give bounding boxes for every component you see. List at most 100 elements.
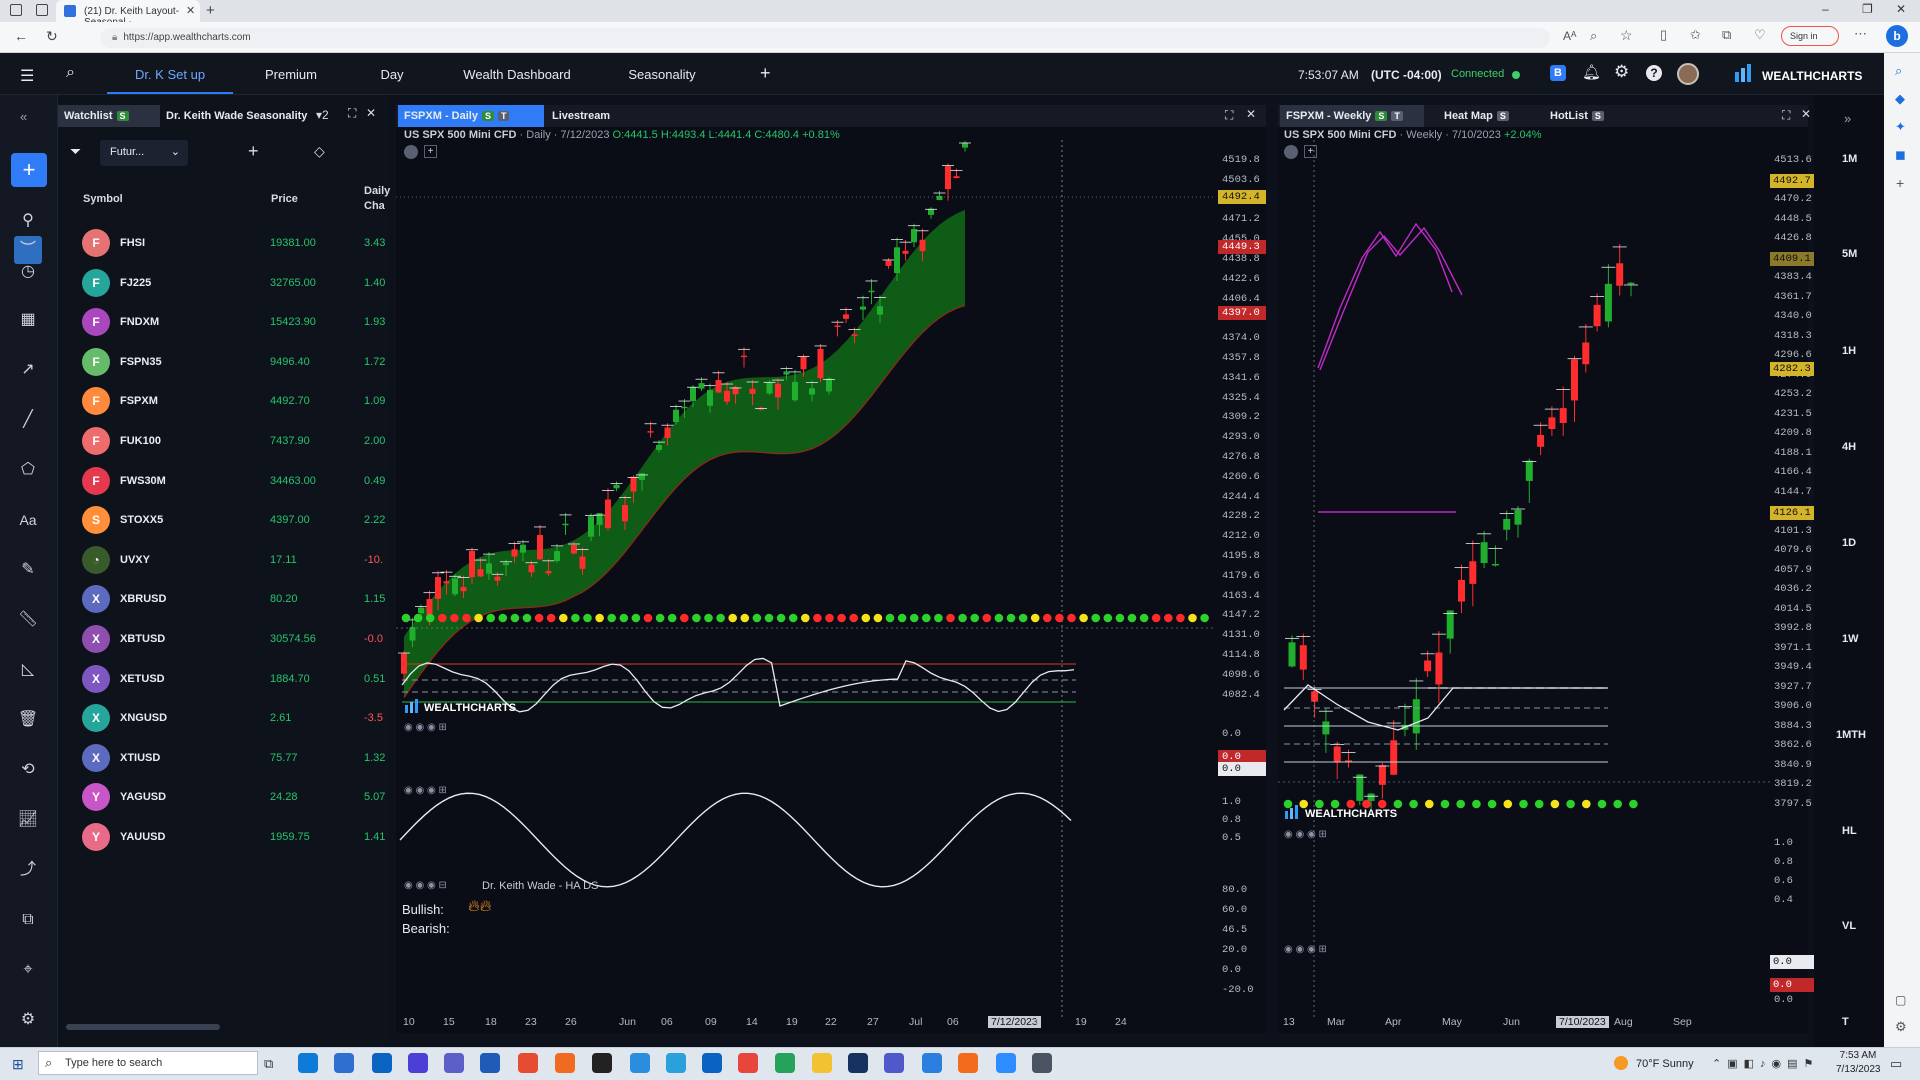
bell-icon[interactable]: 🔔︎ [1582, 63, 1601, 81]
measure-tool-icon[interactable]: ◺ [14, 656, 42, 684]
watchlist-row[interactable]: F FHSI 19381.00 3.43 [58, 222, 388, 261]
taskbar-date[interactable]: 7/13/2023 [1836, 1064, 1881, 1075]
timeframe-button[interactable]: 1H [1842, 345, 1856, 357]
zoom-app-icon[interactable] [996, 1053, 1016, 1073]
favorites-icon[interactable]: ✩ [1690, 27, 1701, 43]
col-price[interactable]: Price [271, 193, 298, 205]
col-daily[interactable]: Daily [364, 185, 390, 197]
timezone[interactable]: (UTC -04:00) [1371, 68, 1442, 82]
daily-price-axis[interactable]: 4519.84503.64487.44471.24455.04438.84422… [1218, 140, 1266, 1020]
watchlist-row[interactable]: S STOXX5 4397.00 2.22 [58, 499, 388, 538]
app-icon-8[interactable] [958, 1053, 978, 1073]
timeframe-button[interactable]: 4H [1842, 441, 1856, 453]
taskbar-time[interactable]: 7:53 AM [1836, 1050, 1880, 1061]
timeframe-button[interactable]: 1D [1842, 537, 1856, 549]
line-tool-icon[interactable]: ╱ [14, 406, 42, 434]
search-icon[interactable]: ⌕ [66, 64, 75, 82]
taskbar-search-input[interactable]: ⌕ Type here to search [38, 1051, 258, 1075]
add-symbol-icon[interactable]: + [248, 141, 259, 162]
trash-tool-icon[interactable]: 🗑︎ [14, 706, 42, 734]
outlook-icon[interactable] [702, 1053, 722, 1073]
tab-wealth-dashboard[interactable]: Wealth Dashboard [452, 53, 582, 94]
teams-icon[interactable] [444, 1053, 464, 1073]
app-icon-4[interactable] [630, 1053, 650, 1073]
help-icon[interactable]: ? [1646, 65, 1662, 81]
timeframe-button[interactable]: T [1842, 1016, 1849, 1028]
indicator-controls[interactable]: ◉ ◉ ◉ ⊞ [404, 722, 447, 733]
timeframe-button[interactable]: VL [1842, 920, 1856, 932]
col-symbol[interactable]: Symbol [83, 193, 123, 205]
tab-count[interactable]: ▾2 [316, 108, 329, 122]
watchlist-row[interactable]: Y YAUUSD 1959.75 1.41 [58, 816, 388, 855]
indicator-controls-2[interactable]: ◉ ◉ ◉ ⊞ [404, 785, 447, 796]
col-change[interactable]: Cha [364, 200, 385, 212]
weather-icon[interactable] [1614, 1056, 1628, 1070]
maximize-icon[interactable]: ⛶ [1225, 108, 1233, 123]
back-icon[interactable]: ← [14, 28, 28, 44]
text-tool-icon[interactable]: Aa [14, 506, 42, 534]
maximize-icon[interactable]: ⛶ [1782, 108, 1790, 123]
tab-premium[interactable]: Premium [248, 53, 334, 94]
tab-watchlist[interactable]: Watchlist S [58, 105, 160, 127]
firefox-icon[interactable] [555, 1053, 575, 1073]
close-tab-icon[interactable]: ✕ [186, 4, 195, 17]
watchlist-row[interactable]: ◔ UVXY 17.11 -10. [58, 539, 388, 578]
url-input[interactable]: 🔒︎ https://app.wealthcharts.com [100, 28, 1550, 48]
app-icon-6[interactable] [884, 1053, 904, 1073]
watchlist-row[interactable]: X XTIUSD 75.77 1.32 [58, 737, 388, 776]
pencil-tool-icon[interactable]: ✎ [14, 556, 42, 584]
copy-tool-icon[interactable]: ⧉ [14, 906, 42, 934]
refresh-icon[interactable]: ↻ [46, 28, 58, 45]
timeframe-button[interactable]: 5M [1842, 248, 1857, 260]
telegram-icon[interactable] [666, 1053, 686, 1073]
indicator-controls-3[interactable]: ◉ ◉ ◉ ⊟ [404, 880, 447, 891]
browser-essentials-icon[interactable]: ♡ [1754, 27, 1766, 43]
sidebar-settings-icon[interactable]: ⚙ [1895, 1019, 1907, 1035]
window-close-icon[interactable]: ✕ [1896, 2, 1906, 16]
minimize-icon[interactable]: – [1822, 2, 1829, 16]
sign-in-button[interactable]: Sign in [1781, 26, 1839, 46]
watchlist-row[interactable]: F FSPXM 4492.70 1.09 [58, 380, 388, 419]
filter-icon[interactable]: ⏷ [70, 143, 81, 160]
avatar[interactable] [1677, 63, 1699, 85]
read-aloud-icon[interactable]: Aᴬ [1563, 29, 1576, 43]
sidebar-outlook-icon[interactable]: ◼ [1895, 147, 1906, 163]
zoom-icon[interactable]: ⌕ [1590, 28, 1597, 44]
timeframe-button[interactable]: HL [1842, 825, 1857, 837]
copilot-icon[interactable]: b [1886, 25, 1908, 47]
whatsapp-icon[interactable] [775, 1053, 795, 1073]
daily-date-axis[interactable]: 10 15 18 23 26 Jun 06 09 14 19 22 27 Jul 06 7/12/2023 4… [396, 1016, 1214, 1034]
tab-seasonality[interactable]: Seasonality [612, 53, 712, 94]
collapse-right-icon[interactable]: » [1844, 111, 1851, 126]
expand-icon[interactable]: ⛶ [348, 106, 356, 121]
add-tab-icon[interactable]: + [760, 63, 771, 84]
weekly-chart-canvas[interactable] [1278, 140, 1770, 1020]
sidebar-search-icon[interactable]: ⌕ [1895, 63, 1902, 79]
indicator-tool-icon[interactable]: 📈︎ [14, 806, 42, 834]
app-icon-9[interactable] [1032, 1053, 1052, 1073]
trend-line-icon[interactable]: ↗ [14, 356, 42, 384]
calendar-tool-icon[interactable]: ▦ [14, 306, 42, 334]
tab-fspxm-daily[interactable]: FSPXM - Daily S T [398, 105, 544, 127]
eraser-icon[interactable]: ◇ [314, 143, 325, 160]
strategy-tool-icon[interactable]: ⤴ [14, 856, 42, 884]
new-tab-icon[interactable]: + [206, 2, 215, 19]
weather-text[interactable]: 70°F Sunny [1636, 1058, 1694, 1070]
tab-seasonality-list[interactable]: Dr. Keith Wade Seasonality [160, 105, 318, 127]
tray-icons[interactable]: ⌃▣◧♪◉▤⚑ [1712, 1057, 1819, 1070]
timeframe-button[interactable]: 1W [1842, 633, 1859, 645]
close-panel-icon[interactable]: ✕ [366, 106, 376, 120]
watchlist-row[interactable]: F FSPN35 9496.40 1.72 [58, 341, 388, 380]
weekly-price-axis[interactable]: 4513.64492.74470.24448.54426.84405.14383… [1770, 140, 1814, 1020]
watchlist-row[interactable]: X XBTUSD 30574.56 -0.0 [58, 618, 388, 657]
workspaces-icon[interactable] [10, 4, 22, 16]
explorer-icon[interactable] [812, 1053, 832, 1073]
watchlist-row[interactable]: F FUK100 7437.90 2.00 [58, 420, 388, 459]
split-screen-icon[interactable]: ▯ [1660, 27, 1667, 43]
notifications-icon[interactable]: ▭ [1890, 1056, 1902, 1072]
sidebar-add-icon[interactable]: + [1896, 175, 1904, 191]
tab-heat-map[interactable]: Heat Map S [1438, 105, 1522, 127]
close-chart-icon[interactable]: ✕ [1246, 107, 1256, 121]
tab-fspxm-weekly[interactable]: FSPXM - Weekly S T [1280, 105, 1424, 127]
sync-tool-icon[interactable]: ⟲ [14, 756, 42, 784]
